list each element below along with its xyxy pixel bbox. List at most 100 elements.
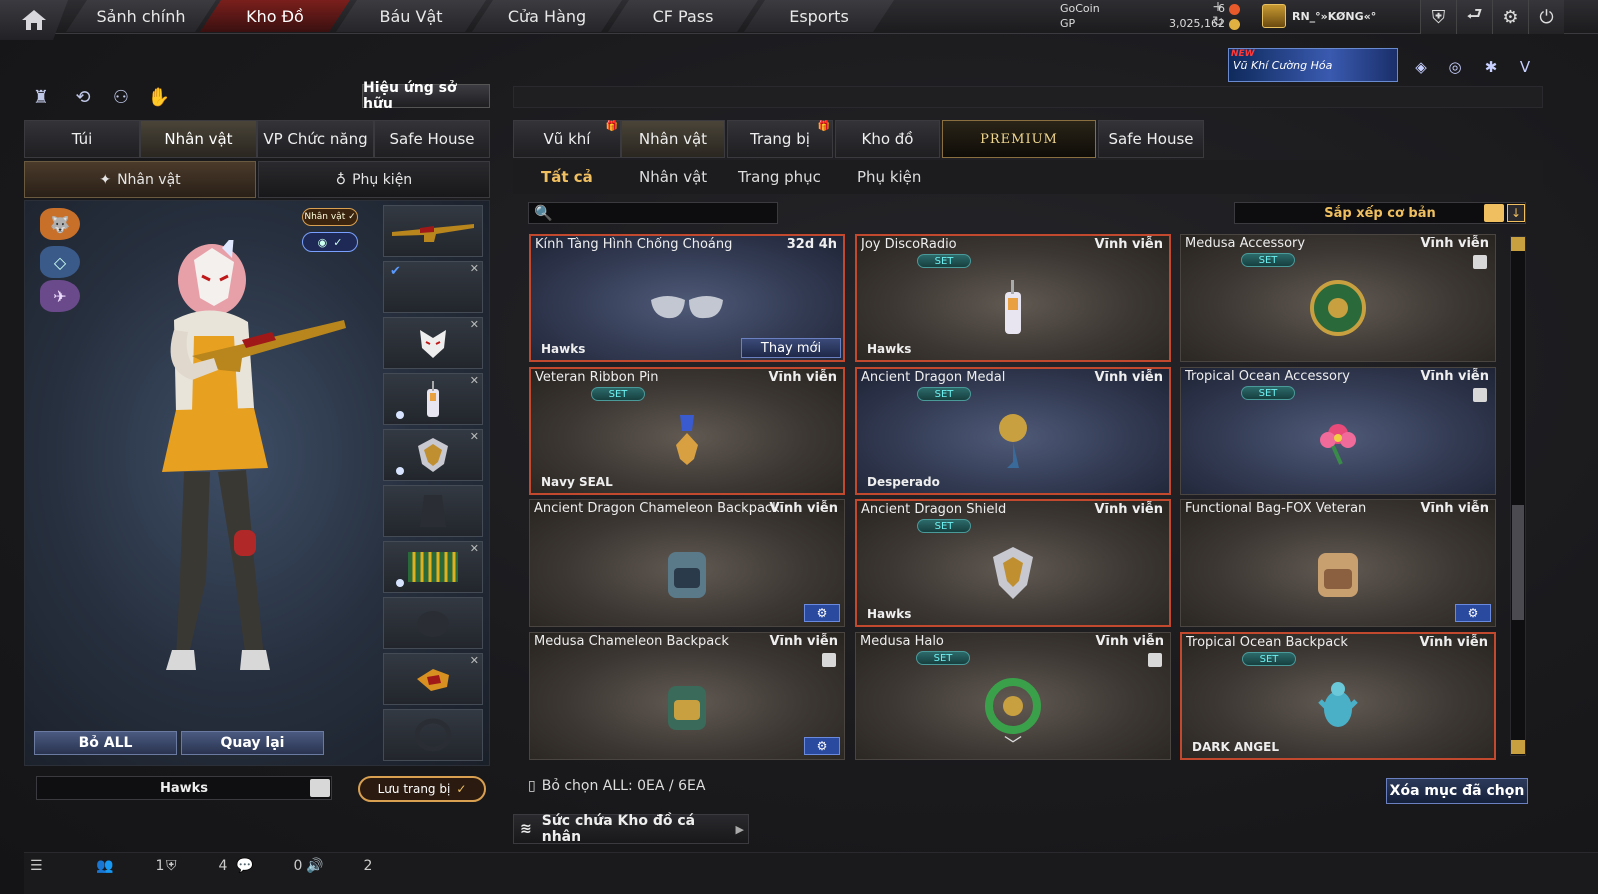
slot-empty-vest[interactable]	[383, 485, 483, 537]
home-button[interactable]	[0, 0, 68, 40]
slot-empty-pet[interactable]	[383, 597, 483, 649]
right-sub-tat-ca[interactable]: Tất cả	[541, 164, 593, 190]
nav-tab-kho-do[interactable]: Kho Đồ	[200, 0, 350, 32]
sort-select[interactable]: Sắp xếp cơ bản	[1234, 202, 1526, 224]
right-sub-nhan-vat[interactable]: Nhân vật	[639, 164, 707, 190]
renew-button[interactable]: Thay mới	[741, 338, 841, 358]
slot-backpack[interactable]: ✕	[383, 541, 483, 593]
remove-slot-icon[interactable]: ✕	[470, 262, 479, 275]
go-back-button[interactable]: Quay lại	[181, 731, 324, 755]
gear-icon[interactable]: ⚙	[804, 604, 840, 622]
item-card[interactable]: Ancient Dragon Medal Vĩnh viễn SET Despe…	[855, 367, 1171, 495]
item-card[interactable]: Tropical Ocean Backpack Vĩnh viễn SET DA…	[1180, 632, 1496, 760]
target-icon[interactable]: ✱	[1478, 54, 1504, 80]
globe-icon[interactable]: ◎	[1442, 54, 1468, 80]
user-profile[interactable]: RN_°»KØNG«°	[1262, 2, 1376, 30]
slot-mask[interactable]: ✕	[383, 317, 483, 369]
save-loadout-button[interactable]: Lưu trang bị ✓	[358, 776, 486, 802]
remove-slot-icon[interactable]: ✕	[470, 374, 479, 387]
remove-slot-icon[interactable]: ✕	[470, 430, 479, 443]
visibility-toggle[interactable]: ◉ ✓	[302, 232, 358, 252]
left-sub-nhan-vat[interactable]: ✦ Nhân vật	[24, 161, 256, 198]
ranking-icon[interactable]: ♜	[28, 84, 54, 110]
menu-list-icon[interactable]: ☰	[30, 856, 43, 876]
item-card[interactable]: Medusa Halo Vĩnh viễn SET ﹀	[855, 632, 1171, 760]
gear-icon[interactable]: ⚙	[1455, 604, 1491, 622]
bird-class-icon[interactable]: ✈	[40, 280, 80, 312]
trash-icon[interactable]	[822, 653, 836, 667]
character-tag[interactable]: Nhân vật ✓	[302, 208, 358, 226]
nav-tab-esports[interactable]: Esports	[744, 0, 894, 32]
left-tab-safe-house[interactable]: Safe House	[374, 120, 490, 158]
nav-tab-sanh-chinh[interactable]: Sảnh chính	[66, 0, 216, 32]
chat-counter[interactable]: 💬 0	[236, 856, 302, 876]
search-icon[interactable]: 🔍	[534, 204, 554, 222]
item-card[interactable]: Medusa Chameleon Backpack Vĩnh viễn ⚙	[529, 632, 845, 760]
item-card[interactable]: Joy DiscoRadio Vĩnh viễn SET Hawks	[855, 234, 1171, 362]
nav-tab-cua-hang[interactable]: Cửa Hàng	[472, 0, 622, 32]
gear-icon[interactable]: ⚙	[1492, 0, 1528, 34]
deselect-all[interactable]: ▯ Bỏ chọn ALL: 0EA / 6EA	[528, 778, 705, 794]
slot-badge[interactable]: ✕ ✔	[383, 261, 483, 313]
item-card[interactable]: Kính Tàng Hình Chống Choáng 32d 4h Hawks…	[529, 234, 845, 362]
weapon-upgrade-banner[interactable]: NEW Vũ Khí Cường Hóa	[1228, 48, 1398, 82]
right-sub-trang-phuc[interactable]: Trang phục	[738, 164, 821, 190]
left-sub-phu-kien[interactable]: ♁ Phụ kiện	[258, 161, 490, 198]
right-tab-nhan-vat[interactable]: Nhân vật	[621, 120, 725, 158]
delete-selected-button[interactable]: Xóa mục đã chọn	[1386, 778, 1528, 804]
glove-icon[interactable]: ✋	[146, 84, 172, 110]
remove-slot-icon[interactable]: ✕	[470, 542, 479, 555]
item-card[interactable]: Functional Bag-FOX Veteran Vĩnh viễn ⚙	[1180, 499, 1496, 627]
voice-counter[interactable]: 🔊 2	[306, 856, 372, 876]
add-currency-icon[interactable]: + ↻	[1210, 0, 1226, 32]
scroll-thumb[interactable]	[1512, 505, 1524, 620]
event-emblem-icon[interactable]: ◈	[1408, 54, 1434, 80]
sort-list-icon[interactable]	[1484, 204, 1504, 222]
character-swap-icon[interactable]: ⚇	[108, 84, 134, 110]
item-card[interactable]: Veteran Ribbon Pin Vĩnh viễn SET Navy SE…	[529, 367, 845, 495]
item-card[interactable]: Tropical Ocean Accessory Vĩnh viễn SET	[1180, 367, 1496, 495]
eye-class-icon[interactable]: ◇	[40, 246, 80, 278]
gear-icon[interactable]: ⚙	[804, 737, 840, 755]
nav-tab-cf-pass[interactable]: CF Pass	[608, 0, 758, 32]
slot-empty-ring[interactable]	[383, 709, 483, 761]
ownership-effect-button[interactable]: Hiệu ứng sở hữu	[362, 80, 490, 112]
slot-radio[interactable]: ✕	[383, 373, 483, 425]
item-card[interactable]: Ancient Dragon Chameleon Backpack Vĩnh v…	[529, 499, 845, 627]
power-icon[interactable]: ⏻	[1528, 0, 1564, 34]
remove-slot-icon[interactable]: ✕	[470, 318, 479, 331]
right-tab-kho-do[interactable]: Kho đồ	[835, 120, 940, 158]
exit-arrow-icon[interactable]: ⮐	[1456, 0, 1492, 34]
left-tab-nhan-vat[interactable]: Nhân vật	[140, 120, 257, 158]
item-card[interactable]: Medusa Accessory Vĩnh viễn SET	[1180, 234, 1496, 362]
history-icon[interactable]: ⟲	[70, 84, 96, 110]
right-tab-premium[interactable]: PREMIUM	[942, 120, 1096, 158]
search-input[interactable]	[528, 202, 778, 224]
sort-direction-icon[interactable]: ↓	[1507, 204, 1525, 222]
trash-icon[interactable]	[1473, 255, 1487, 269]
item-card[interactable]: Ancient Dragon Shield Vĩnh viễn SET Hawk…	[855, 499, 1171, 627]
logo-v-icon[interactable]: V	[1512, 54, 1538, 80]
remove-all-button[interactable]: Bỏ ALL	[34, 731, 177, 755]
right-tab-vu-khi[interactable]: Vũ khí 🎁	[513, 120, 621, 158]
left-tab-tui[interactable]: Túi	[24, 120, 140, 158]
slot-weapon[interactable]	[383, 205, 483, 257]
remove-slot-icon[interactable]: ✕	[470, 654, 479, 667]
slot-glove[interactable]: ✕	[383, 653, 483, 705]
trash-icon[interactable]	[1473, 388, 1487, 402]
scroll-down-arrow-icon[interactable]	[1511, 740, 1525, 754]
shield-icon[interactable]: ⛨	[1420, 0, 1456, 34]
wolf-class-icon[interactable]: 🐺	[40, 208, 80, 240]
chevron-down-icon[interactable]: ﹀	[1004, 731, 1022, 757]
item-scrollbar[interactable]	[1510, 236, 1526, 756]
left-tab-vp-chuc-nang[interactable]: VP Chức năng	[257, 120, 374, 158]
right-tab-trang-bi[interactable]: Trang bị 🎁	[727, 120, 833, 158]
menu-list-icon[interactable]	[310, 779, 330, 797]
scroll-up-arrow-icon[interactable]	[1511, 237, 1525, 251]
preset-select[interactable]: Hawks	[36, 776, 332, 800]
nav-tab-bau-vat[interactable]: Báu Vật	[336, 0, 486, 32]
right-tab-safe-house[interactable]: Safe House	[1098, 120, 1204, 158]
inventory-capacity-button[interactable]: ≋ Sức chứa Kho đồ cá nhân ▶	[513, 813, 749, 845]
slot-shield[interactable]: ✕	[383, 429, 483, 481]
friends-counter[interactable]: 👥 1	[96, 856, 164, 876]
